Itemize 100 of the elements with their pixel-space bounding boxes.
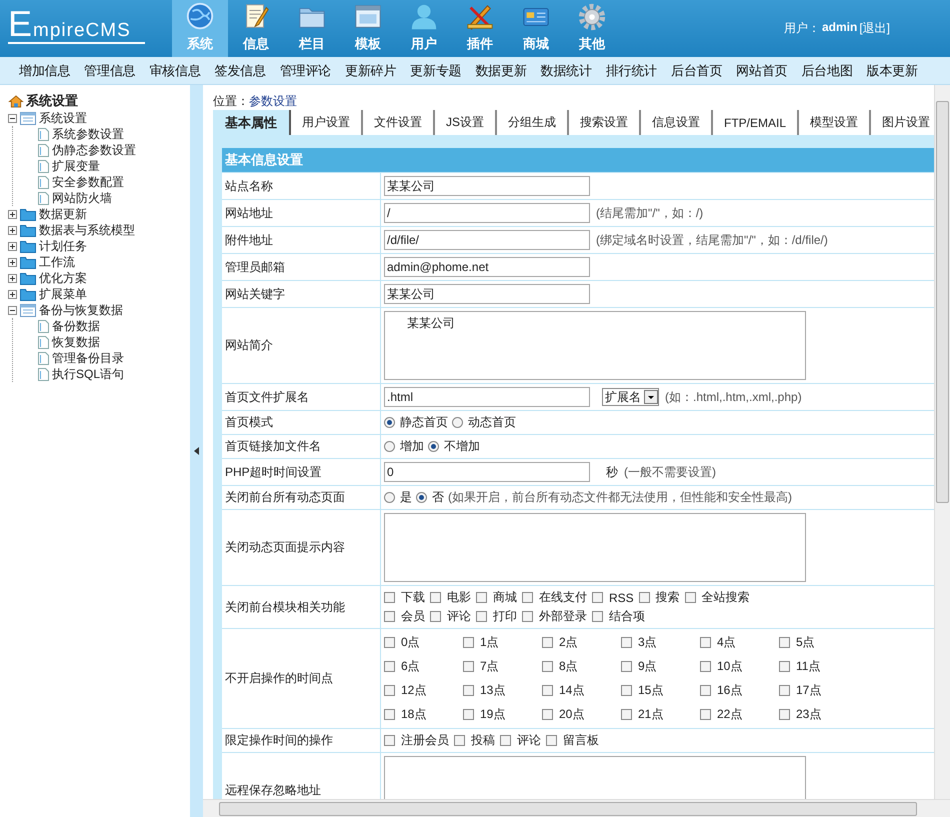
checkbox[interactable] — [454, 735, 465, 746]
checkbox[interactable] — [463, 637, 474, 648]
vertical-scrollbar[interactable] — [934, 85, 950, 799]
checkbox[interactable] — [476, 592, 487, 603]
tree-item[interactable]: 恢复数据 — [52, 334, 100, 350]
tree-item[interactable]: 优化方案 — [39, 270, 87, 286]
nav-tab[interactable]: 模板 — [340, 0, 396, 57]
checkbox[interactable] — [546, 735, 557, 746]
checkbox[interactable] — [621, 709, 632, 720]
checkbox[interactable] — [384, 709, 395, 720]
checkbox[interactable] — [542, 685, 553, 696]
checkbox[interactable] — [638, 592, 650, 603]
menu-link[interactable]: 版本更新 — [860, 62, 925, 80]
menu-link[interactable]: 排行统计 — [598, 62, 664, 80]
checkbox[interactable] — [384, 611, 395, 622]
location-link[interactable]: 参数设置 — [249, 92, 297, 110]
checkbox[interactable] — [542, 661, 553, 672]
tree-item[interactable]: 管理备份目录 — [52, 350, 124, 366]
expand-icon[interactable] — [8, 290, 17, 298]
text-area[interactable]: 某某公司 — [384, 311, 806, 380]
radio-button[interactable] — [384, 417, 395, 428]
horizontal-scrollbar[interactable] — [203, 799, 950, 817]
menu-link[interactable]: 网站首页 — [729, 62, 794, 80]
input-field[interactable]: 某某公司 — [384, 284, 590, 304]
checkbox[interactable] — [463, 709, 474, 720]
checkbox[interactable] — [384, 735, 395, 746]
input-field[interactable]: admin@phome.net — [384, 257, 590, 277]
input-field[interactable]: / — [384, 203, 590, 223]
checkbox[interactable] — [592, 592, 603, 603]
checkbox[interactable] — [779, 685, 790, 696]
tree-item[interactable]: 备份与恢复数据 — [39, 302, 123, 318]
checkbox[interactable] — [500, 735, 511, 746]
checkbox[interactable] — [542, 637, 553, 648]
checkbox[interactable] — [384, 661, 395, 672]
checkbox[interactable] — [700, 709, 711, 720]
tree-item[interactable]: 工作流 — [39, 254, 75, 270]
checkbox[interactable] — [476, 611, 487, 622]
checkbox[interactable] — [384, 685, 395, 696]
tree-item[interactable]: 备份数据 — [52, 318, 100, 334]
menu-link[interactable]: 后台地图 — [794, 62, 860, 80]
nav-tab[interactable]: 用户 — [396, 0, 452, 57]
menu-link[interactable]: 更新碎片 — [338, 62, 404, 80]
expand-icon[interactable] — [8, 242, 17, 250]
nav-tab[interactable]: 其他 — [564, 0, 620, 57]
tree-item[interactable]: 执行SQL语句 — [52, 366, 124, 382]
nav-tab[interactable]: 栏目 — [284, 0, 340, 57]
menu-link[interactable]: 审核信息 — [142, 62, 208, 80]
expand-icon[interactable] — [8, 258, 17, 266]
radio-button[interactable] — [384, 492, 395, 503]
nav-tab[interactable]: 信息 — [228, 0, 284, 57]
checkbox[interactable] — [592, 611, 603, 622]
dropdown[interactable]: 扩展名 — [602, 388, 659, 406]
menu-link[interactable]: 后台首页 — [664, 62, 730, 80]
checkbox[interactable] — [684, 592, 696, 603]
checkbox[interactable] — [779, 661, 790, 672]
input-field[interactable]: /d/file/ — [384, 230, 590, 250]
checkbox[interactable] — [621, 637, 632, 648]
tree-item[interactable]: 数据表与系统模型 — [39, 222, 135, 238]
checkbox[interactable] — [522, 592, 533, 603]
checkbox[interactable] — [542, 709, 553, 720]
collapse-icon[interactable] — [8, 114, 17, 122]
checkbox[interactable] — [384, 637, 395, 648]
checkbox[interactable] — [384, 592, 395, 603]
expand-icon[interactable] — [8, 226, 17, 234]
menu-link[interactable]: 更新专题 — [403, 62, 468, 80]
tree-item[interactable]: 系统参数设置 — [52, 126, 124, 142]
checkbox[interactable] — [621, 661, 632, 672]
menu-link[interactable]: 管理信息 — [77, 62, 142, 80]
checkbox[interactable] — [430, 592, 441, 603]
expand-icon[interactable] — [8, 210, 17, 218]
checkbox[interactable] — [700, 685, 711, 696]
checkbox[interactable] — [522, 611, 533, 622]
tree-item[interactable]: 数据更新 — [39, 206, 87, 222]
tree-item[interactable]: 计划任务 — [39, 238, 87, 254]
tree-item[interactable]: 扩展变量 — [52, 158, 100, 174]
checkbox[interactable] — [463, 661, 474, 672]
radio-button[interactable] — [428, 441, 439, 452]
input-field[interactable]: 0 — [384, 462, 590, 482]
checkbox[interactable] — [700, 637, 711, 648]
radio-button[interactable] — [384, 441, 395, 452]
checkbox[interactable] — [621, 685, 632, 696]
logout-link[interactable]: [退出] — [859, 20, 890, 37]
expand-icon[interactable] — [8, 274, 17, 282]
tree-item[interactable]: 系统设置 — [39, 110, 87, 126]
input-field[interactable]: .html — [384, 387, 590, 407]
tab[interactable]: 基本属性 — [213, 110, 291, 135]
checkbox[interactable] — [463, 685, 474, 696]
tree-item[interactable]: 安全参数配置 — [52, 174, 124, 190]
text-area[interactable] — [384, 513, 806, 582]
tree-item[interactable]: 伪静态参数设置 — [52, 142, 136, 158]
radio-button[interactable] — [452, 417, 463, 428]
menu-link[interactable]: 增加信息 — [12, 62, 78, 80]
tree-item[interactable]: 扩展菜单 — [39, 286, 87, 302]
collapse-icon[interactable] — [8, 306, 17, 314]
checkbox[interactable] — [430, 611, 441, 622]
nav-tab[interactable]: 商城 — [508, 0, 564, 57]
menu-link[interactable]: 管理评论 — [272, 62, 338, 80]
menu-link[interactable]: 数据更新 — [468, 62, 534, 80]
tree-item[interactable]: 网站防火墙 — [52, 190, 112, 206]
input-field[interactable]: 某某公司 — [384, 176, 590, 196]
